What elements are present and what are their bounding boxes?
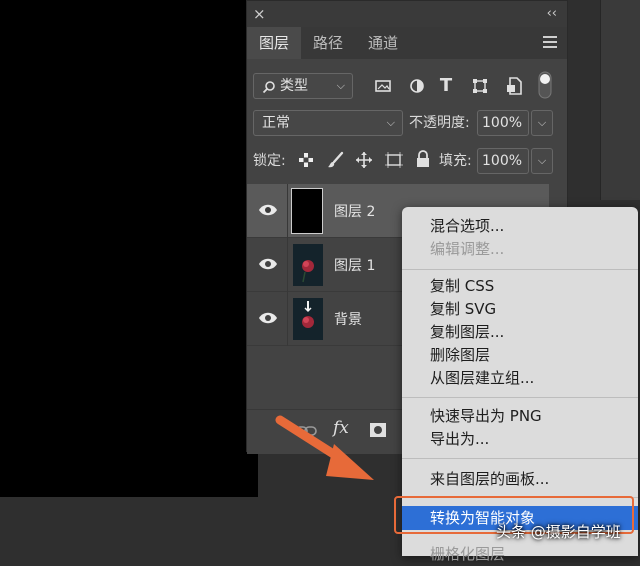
menu-item-blending-options[interactable]: 混合选项...: [402, 215, 638, 238]
lock-image-brush-icon[interactable]: [327, 151, 345, 169]
pixel-filter-icon[interactable]: [372, 77, 394, 95]
menu-item-duplicate-layer[interactable]: 复制图层...: [402, 321, 638, 344]
menu-item-edit-adjustment: 编辑调整...: [430, 240, 505, 258]
fill-value: 100%: [482, 153, 523, 169]
visibility-divider: [287, 238, 288, 292]
menu-item-copy-svg[interactable]: 复制 SVG: [402, 298, 638, 321]
visibility-divider: [287, 292, 288, 346]
panel-menu-icon[interactable]: [543, 36, 557, 48]
side-toolbar-strip: [600, 0, 640, 200]
blend-mode-select[interactable]: 正常 ⌵: [253, 110, 403, 136]
tab-layers[interactable]: 图层: [247, 27, 301, 59]
eye-icon[interactable]: [258, 202, 278, 218]
opacity-label: 不透明度:: [409, 115, 470, 131]
lock-artboard-icon[interactable]: [384, 151, 404, 169]
menu-separator: [402, 458, 638, 459]
close-icon[interactable]: ×: [253, 3, 266, 25]
fill-dropdown-icon[interactable]: ⌵: [531, 148, 553, 174]
watermark-text: 头条 @摄影自学班: [496, 523, 621, 541]
tab-paths[interactable]: 路径: [301, 27, 355, 59]
menu-separator: [402, 269, 638, 270]
menu-item-quick-export-png[interactable]: 快速导出为 PNG: [402, 405, 638, 428]
layer-thumbnail: [291, 188, 323, 234]
lock-label: 锁定:: [253, 153, 286, 169]
layer-name: 背景: [334, 312, 362, 328]
filter-toggle-icon[interactable]: [537, 71, 553, 99]
menu-item-group-from-layers[interactable]: 从图层建立组...: [402, 367, 638, 390]
layer-thumbnail: [293, 244, 323, 286]
adjustment-filter-icon[interactable]: [406, 77, 428, 95]
panel-tabs: 图层 路径 通道: [247, 27, 567, 59]
chevron-down-icon: ⌵: [386, 116, 395, 129]
search-icon: [262, 81, 275, 94]
opacity-input[interactable]: 100%: [477, 110, 529, 136]
menu-item-copy-css[interactable]: 复制 CSS: [402, 275, 638, 298]
lock-transparent-icon[interactable]: [298, 152, 314, 168]
chevron-down-icon: ⌵: [336, 79, 345, 92]
blend-mode-value: 正常: [262, 115, 290, 131]
rose-photo-image: [293, 298, 323, 340]
smart-object-filter-icon[interactable]: [503, 76, 525, 96]
collapse-icon[interactable]: ‹‹: [547, 3, 557, 25]
rose-photo-image: [293, 244, 323, 286]
lock-position-move-icon[interactable]: [355, 151, 373, 169]
opacity-dropdown-icon[interactable]: ⌵: [531, 110, 553, 136]
visibility-divider: [287, 184, 288, 238]
annotation-arrow-icon: [275, 415, 374, 480]
fill-label: 填充:: [439, 153, 472, 169]
menu-item-export-as[interactable]: 导出为...: [402, 428, 638, 451]
layer-name: 图层 2: [334, 204, 376, 220]
menu-separator: [402, 397, 638, 398]
menu-item-artboard-from-layers[interactable]: 来自图层的画板...: [402, 468, 638, 491]
opacity-value: 100%: [482, 115, 523, 131]
fill-input[interactable]: 100%: [477, 148, 529, 174]
menu-item-delete-layer[interactable]: 删除图层: [402, 344, 638, 367]
menu-item-rasterize-layer: 栅格化图层: [430, 545, 506, 563]
filter-kind-select[interactable]: 类型 ⌵: [253, 73, 353, 99]
lock-all-icon[interactable]: [415, 150, 431, 168]
eye-icon[interactable]: [258, 310, 278, 326]
type-filter-icon[interactable]: T: [435, 76, 457, 96]
panel-titlebar: × ‹‹: [247, 1, 567, 27]
eye-icon[interactable]: [258, 256, 278, 272]
shape-filter-icon[interactable]: [469, 77, 491, 95]
document-canvas: [0, 0, 258, 497]
layer-thumbnail: [293, 298, 323, 340]
layer-name: 图层 1: [334, 258, 376, 274]
filter-kind-label: 类型: [280, 78, 308, 94]
tab-channels[interactable]: 通道: [355, 27, 411, 59]
